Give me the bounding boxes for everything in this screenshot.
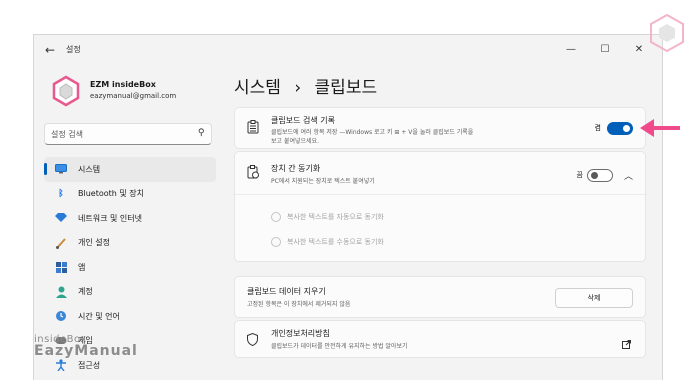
- sidebar-item-label: Bluetooth 및 장치: [78, 189, 145, 199]
- toggle-knob: [591, 172, 598, 179]
- toggle-state-label: 끔: [576, 171, 583, 179]
- radio-circle: [271, 237, 281, 247]
- privacy-card[interactable]: 개인정보처리방침 클립보드가 데이터를 안전하게 유지하는 방법 알아보기: [234, 320, 646, 358]
- watermark-line2: EazyManual: [34, 343, 138, 359]
- clipboard-history-card: 클립보드 검색 기록 클립보드에 여러 항목 저장 —Windows 로고 키 …: [234, 107, 646, 149]
- bluetooth-icon: ᛒ: [58, 188, 64, 199]
- person-icon: [54, 285, 68, 299]
- settings-window: ← 설정 — ☐ ✕ EZM insideBox eazymanual@gmai…: [33, 34, 663, 380]
- toggle-state-label: 켬: [594, 124, 601, 132]
- breadcrumb: 시스템 › 클립보드: [234, 73, 377, 98]
- sync-toggle[interactable]: [587, 169, 613, 182]
- sidebar-item-label: 개인 설정: [78, 238, 110, 248]
- radio-circle: [271, 212, 281, 222]
- annotation-arrow-icon: [640, 119, 680, 137]
- sidebar-item-time-language[interactable]: 시간 및 언어: [44, 304, 216, 329]
- wifi-icon: [54, 211, 68, 225]
- clipboard-history-desc-line2: 보고 붙여넣으세요.: [271, 138, 319, 145]
- clipboard-icon: [247, 120, 259, 137]
- sidebar-item-personalization[interactable]: 개인 설정: [44, 231, 216, 256]
- divider: [235, 194, 645, 195]
- delete-button[interactable]: 삭제: [555, 288, 633, 308]
- sidebar-item-label: 시간 및 언어: [78, 311, 120, 321]
- external-link-icon[interactable]: [622, 334, 631, 353]
- logo-icon: [650, 14, 684, 52]
- privacy-desc: 클립보드가 데이터를 안전하게 유지하는 방법 알아보기: [271, 343, 408, 350]
- breadcrumb-current: 클립보드: [314, 78, 378, 98]
- profile-email: eazymanual@gmail.com: [90, 92, 177, 100]
- sidebar-item-label: 접근성: [78, 360, 101, 370]
- sync-title: 장치 간 동기화: [271, 164, 321, 173]
- clear-data-desc: 고정된 항목은 이 장치에서 제거되지 않음: [247, 301, 351, 308]
- search-input[interactable]: 설정 검색 ⚲: [44, 123, 212, 145]
- search-placeholder: 설정 검색: [51, 130, 83, 139]
- clipboard-history-title: 클립보드 검색 기록: [271, 116, 335, 125]
- sidebar-item-label: 앱: [78, 262, 86, 272]
- sync-card: 장치 간 동기화 PC에서 지원되는 장치로 텍스트 붙여넣기 끔 ︿ 복사한 …: [234, 151, 646, 262]
- radio-label: 복사한 텍스트를 수동으로 동기화: [287, 238, 384, 246]
- sidebar-item-label: 네트워크 및 인터넷: [78, 213, 142, 223]
- profile-avatar[interactable]: [50, 75, 82, 107]
- clear-data-card: 클립보드 데이터 지우기 고정된 항목은 이 장치에서 제거되지 않음 삭제: [234, 276, 646, 318]
- clipboard-history-desc-line1: 클립보드에 여러 항목 저장 —Windows 로고 키 ⊞ + V을 눌러 클…: [271, 129, 474, 136]
- sidebar-item-apps[interactable]: 앱: [44, 255, 216, 280]
- radio-label: 복사한 텍스트를 자동으로 동기화: [287, 213, 384, 221]
- display-icon: [54, 162, 68, 176]
- chevron-up-icon[interactable]: ︿: [624, 169, 633, 182]
- app-title: 설정: [66, 45, 81, 54]
- privacy-title: 개인정보처리방침: [271, 329, 330, 338]
- clear-data-title: 클립보드 데이터 지우기: [247, 287, 326, 296]
- breadcrumb-separator: ›: [294, 78, 302, 98]
- back-arrow-icon[interactable]: ←: [42, 42, 58, 58]
- sidebar-item-label: 계정: [78, 287, 93, 297]
- minimize-button[interactable]: —: [556, 39, 586, 61]
- sync-desc: PC에서 지원되는 장치로 텍스트 붙여넣기: [271, 178, 375, 185]
- sidebar-item-label: 시스템: [78, 164, 101, 174]
- clipboard-history-toggle[interactable]: [607, 122, 633, 135]
- shield-icon: [247, 332, 258, 349]
- sidebar-item-accounts[interactable]: 계정: [44, 280, 216, 305]
- auto-sync-radio[interactable]: 복사한 텍스트를 자동으로 동기화: [271, 212, 384, 222]
- watermark: insideBox EazyManual: [34, 334, 138, 359]
- apps-icon: [54, 260, 68, 274]
- manual-sync-radio[interactable]: 복사한 텍스트를 수동으로 동기화: [271, 237, 384, 247]
- sidebar-item-network[interactable]: 네트워크 및 인터넷: [44, 206, 216, 231]
- search-icon: ⚲: [198, 128, 205, 138]
- brush-icon: [54, 236, 68, 250]
- sidebar-item-system[interactable]: 시스템: [44, 157, 216, 182]
- maximize-button[interactable]: ☐: [590, 39, 620, 61]
- clock-icon: [54, 309, 68, 323]
- title-bar: ← 설정 — ☐ ✕: [34, 35, 662, 65]
- profile-name: EZM insideBox: [90, 80, 156, 89]
- device-sync-icon: [247, 165, 259, 182]
- sidebar-item-bluetooth[interactable]: ᛒ Bluetooth 및 장치: [44, 182, 216, 207]
- toggle-knob: [623, 125, 630, 132]
- accessibility-icon: [54, 358, 68, 372]
- breadcrumb-parent[interactable]: 시스템: [234, 78, 281, 98]
